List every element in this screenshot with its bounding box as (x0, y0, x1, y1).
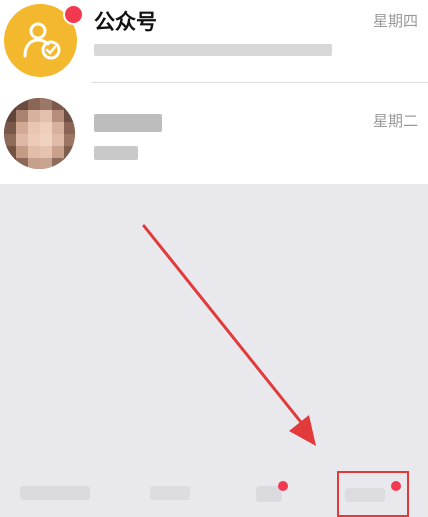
tab-unread-dot (278, 481, 288, 491)
annotation-highlight-box (337, 471, 409, 517)
annotation-arrow (142, 224, 316, 446)
